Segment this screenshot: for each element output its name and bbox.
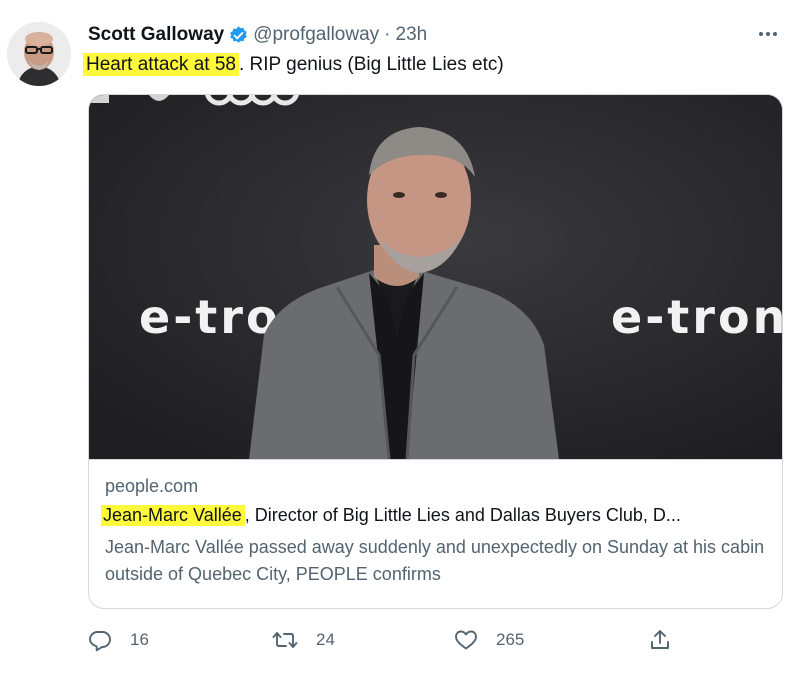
card-info[interactable]: people.com Jean-Marc Vallée, Director of… <box>89 459 782 608</box>
backdrop-text-right: e-tron <box>611 290 782 344</box>
separator-dot: · <box>384 24 391 45</box>
card-description: Jean-Marc Vallée passed away suddenly an… <box>105 537 765 584</box>
card-title-rest: , Director of Big Little Lies and Dallas… <box>244 505 681 525</box>
card-photo: e-tron e-tron <box>89 95 782 459</box>
tweet-text-rest: . RIP genius (Big Little Lies etc) <box>238 54 504 75</box>
retweet-button[interactable]: 24 <box>272 625 335 655</box>
avatar-photo <box>7 22 71 86</box>
link-card[interactable]: e-tron e-tron people.com Jean-Marc Vallé… <box>88 94 783 609</box>
verified-badge-icon <box>228 25 249 46</box>
card-title: Jean-Marc Vallée, Director of Big Little… <box>101 505 771 526</box>
like-count: 265 <box>496 630 525 649</box>
tweet-text: Heart attack at 58. RIP genius (Big Litt… <box>83 52 504 78</box>
author-name[interactable]: Scott Galloway <box>88 24 224 46</box>
like-icon <box>454 628 478 652</box>
card-title-highlight: Jean-Marc Vallée <box>101 505 245 526</box>
retweet-icon <box>272 628 298 652</box>
share-button[interactable] <box>648 625 672 655</box>
tweet-text-highlight: Heart attack at 58 <box>83 53 239 76</box>
share-icon <box>648 628 672 652</box>
author-handle[interactable]: @profgalloway <box>253 24 379 46</box>
like-button[interactable]: 265 <box>454 625 524 655</box>
reply-count: 16 <box>130 630 149 649</box>
avatar[interactable] <box>7 22 71 86</box>
timestamp[interactable]: 23h <box>396 24 428 46</box>
card-image[interactable]: e-tron e-tron <box>89 95 782 459</box>
card-domain: people.com <box>105 476 199 496</box>
more-icon[interactable] <box>756 24 780 44</box>
reply-icon <box>88 628 112 652</box>
retweet-count: 24 <box>316 630 335 649</box>
reply-button[interactable]: 16 <box>88 625 149 655</box>
tweet-header: Scott Galloway @profgalloway · 23h <box>88 22 427 48</box>
tweet-actions: 16 24 265 <box>88 625 688 655</box>
